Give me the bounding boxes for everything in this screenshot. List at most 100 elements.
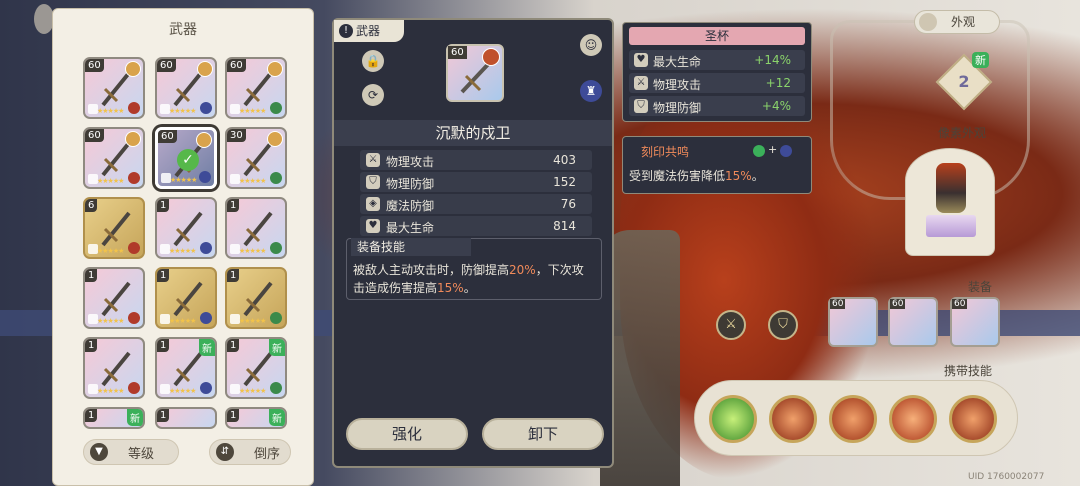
sort-level-button[interactable]: ▼ 等级 [83, 439, 179, 465]
owner-portrait [196, 132, 212, 148]
class-icon [270, 172, 282, 184]
stat-label: 物理防御 [386, 177, 435, 191]
grail-stat-value: +4% [761, 99, 791, 113]
weapon-tile[interactable]: 60 ★★★★★ ✓ [155, 127, 217, 189]
equip-level: 60 [890, 299, 906, 309]
equipped-check-icon: ✓ [177, 149, 199, 171]
equip-slot-relic[interactable]: 60 [950, 297, 1000, 347]
selected-weapon-tile: 60 [446, 44, 504, 102]
weapon-tile[interactable]: 60 ★★★★★ [83, 57, 145, 119]
sort-order-button[interactable]: ⇵ 倒序 [209, 439, 291, 465]
weapon-tile-level: 1 [227, 339, 240, 352]
equip-skill-text: 被敌人主动攻击时，防御提高20%，下次攻击造成伤害提高15%。 [353, 261, 595, 297]
weapon-tile-level: 1 [157, 409, 170, 422]
weapon-tile[interactable]: 1 ★★★★★ [225, 267, 287, 329]
weapon-icon [243, 281, 273, 317]
weapon-tile[interactable]: 1 ★★★★★ [155, 197, 217, 259]
skill-blade-icon[interactable] [949, 395, 997, 443]
weapon-tile[interactable]: 1 ★★★★★ [225, 197, 287, 259]
skill-aura-icon[interactable] [769, 395, 817, 443]
equip-slot-accessory[interactable]: 60 [888, 297, 938, 347]
swap-icon[interactable]: ⟳ [362, 84, 384, 106]
plus-sign: + [768, 143, 778, 156]
detail-tag: ! 武器 [334, 20, 404, 42]
weapon-tile[interactable]: 1 ★★★★★ 新 [155, 337, 217, 399]
new-badge: 新 [269, 409, 285, 426]
stat-value: 814 [553, 219, 576, 233]
enhance-button[interactable]: 强化 [346, 418, 468, 450]
weapon-tile-level: 1 [227, 409, 240, 422]
unequip-button[interactable]: 卸下 [482, 418, 604, 450]
skill-text-part: 被敌人主动攻击时，防御提高 [353, 263, 510, 277]
equip-level: 60 [830, 299, 846, 309]
skill-leaf-icon[interactable] [709, 395, 757, 443]
star-rating-icon: ★★★★★ [170, 176, 197, 184]
equip-slot-weapon[interactable]: 60 [828, 297, 878, 347]
stat-label: 魔法防御 [386, 199, 435, 213]
stat-row: ♥ 最大生命 814 [360, 216, 592, 236]
skill-value-highlight: 20% [509, 263, 536, 277]
rank-value: 2 [958, 72, 970, 91]
grail-class-icon[interactable]: ♜ [580, 80, 602, 102]
owner-portrait [125, 61, 141, 77]
carry-skill-label: 携带技能 [944, 364, 993, 378]
skill-text-part: 。 [463, 281, 476, 295]
weapon-icon [173, 351, 203, 387]
appearance-label: 外观 [951, 15, 976, 29]
class-icon [270, 312, 282, 324]
weapon-tile[interactable]: 6 ★★★★★ [83, 197, 145, 259]
new-badge: 新 [972, 52, 989, 68]
skill-value-highlight: 15% [437, 281, 464, 295]
heart-icon: ♥ [366, 219, 380, 233]
weapon-slot-icon[interactable]: ⚔ [716, 310, 746, 340]
class-icon [270, 382, 282, 394]
grail-stat-label: 最大生命 [653, 55, 702, 69]
stat-row: ◈ 魔法防御 76 [360, 194, 592, 214]
sword-icon: ⚔ [366, 153, 380, 167]
character-info-icon[interactable]: ☺ [580, 34, 602, 56]
class-icon [128, 102, 140, 114]
stat-value: 152 [553, 175, 576, 189]
sword-icon: ⚔ [634, 76, 648, 90]
class-icon [128, 242, 140, 254]
grail-stat-value: +14% [754, 53, 791, 67]
class-icon [270, 102, 282, 114]
stat-value: 76 [560, 197, 576, 211]
heart-icon: ♥ [634, 53, 648, 67]
pixel-appearance-card[interactable] [905, 148, 995, 256]
lock-icon[interactable]: 🔒 [362, 50, 384, 72]
appearance-button[interactable]: 外观 [914, 10, 1000, 34]
weapon-tile[interactable]: 1 ★★★★★ [83, 267, 145, 329]
weapon-tile[interactable]: 1 [155, 407, 217, 429]
skill-sword-strike-icon[interactable] [829, 395, 877, 443]
user-id: UID 1760002077 [968, 472, 1045, 482]
weapon-tile[interactable]: 1新 [83, 407, 145, 429]
weapon-tile[interactable]: 1 ★★★★★ 新 [225, 337, 287, 399]
weapon-tile-level: 1 [157, 269, 170, 282]
weapon-tile[interactable]: 1 ★★★★★ [83, 337, 145, 399]
armor-slot-icon[interactable]: ⛉ [768, 310, 798, 340]
weapon-tile[interactable]: 30 ★★★★★ [225, 127, 287, 189]
new-badge: 新 [199, 339, 215, 356]
imprint-resonance-panel: 刻印共鸣 + 受到魔法伤害降低15%。 [622, 136, 812, 194]
weapon-tile[interactable]: 60 ★★★★★ [83, 127, 145, 189]
weapon-tile[interactable]: 60 ★★★★★ [225, 57, 287, 119]
weapon-tile-level: 1 [85, 269, 98, 282]
weapon-tile[interactable]: 1新 [225, 407, 287, 429]
weapon-icon [173, 211, 203, 247]
weapon-tile[interactable]: 1 ★★★★★ [155, 267, 217, 329]
pixel-appearance-label: 像素外观 [938, 126, 987, 140]
imprint-value-highlight: 15% [725, 169, 752, 183]
skill-slash-icon[interactable] [889, 395, 937, 443]
stat-row: ⚔ 物理攻击 403 [360, 150, 592, 170]
carry-skill-bar [694, 380, 1018, 456]
owner-portrait [267, 61, 283, 77]
weapon-tile[interactable]: 60 ★★★★★ [155, 57, 217, 119]
weapon-icon [243, 351, 273, 387]
equip-skill-title: 装备技能 [351, 238, 471, 256]
grail-stat-row: ⛉ 物理防御 +4% [629, 96, 805, 116]
star-rating-icon: ★★★★★ [239, 107, 266, 115]
sort-order-label: 倒序 [254, 446, 281, 462]
shield-icon: ⛉ [366, 175, 380, 189]
class-icon [200, 382, 212, 394]
